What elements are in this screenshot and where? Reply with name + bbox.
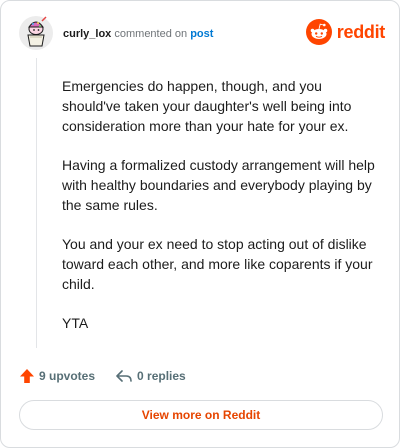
reply-arrow-icon [116, 370, 132, 382]
reddit-wordmark: reddit [336, 21, 386, 42]
comment-body: Emergencies do happen, though, and you s… [62, 76, 382, 352]
comment-paragraph: Emergencies do happen, though, and you s… [62, 78, 352, 134]
upvote-count: 9 upvotes [39, 369, 96, 383]
comment-paragraph: You and your ex need to stop acting out … [62, 236, 373, 292]
comment-paragraph: Having a formalized custody arrangement … [62, 157, 375, 213]
comment-actions: 9 upvotes 0 replies [19, 367, 186, 385]
embedded-comment-card: curly_lox commented on post reddit Emerg… [0, 0, 400, 448]
thread-line [36, 58, 37, 348]
reddit-logo-icon [305, 19, 332, 45]
action-text: commented on [114, 28, 188, 40]
comment-paragraph: YTA [62, 315, 89, 331]
reply-count: 0 replies [137, 369, 186, 383]
upvote-button[interactable]: 9 upvotes [19, 368, 95, 384]
snoo-avatar-icon[interactable] [19, 16, 53, 50]
comment-meta: curly_lox commented on post [63, 28, 213, 41]
reddit-logo[interactable]: reddit [305, 19, 386, 45]
reply-button[interactable]: 0 replies [115, 368, 186, 384]
comment-header: curly_lox commented on post reddit [19, 16, 385, 52]
upvote-arrow-icon [20, 369, 34, 383]
view-more-button[interactable]: View more on Reddit [19, 400, 383, 430]
post-link[interactable]: post [190, 28, 213, 40]
username-link[interactable]: curly_lox [63, 28, 111, 40]
